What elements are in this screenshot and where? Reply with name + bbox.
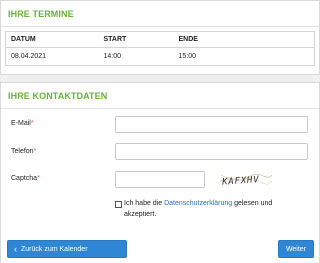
privacy-policy-link[interactable]: Datenschutzerklärung [164, 200, 232, 207]
back-button-label: Zurück zum Kalender [21, 245, 88, 253]
cell-end: 15:00 [178, 53, 197, 60]
contact-header: IHRE KONTAKTDATEN [1, 83, 319, 109]
table-header-row: DATUM START ENDE [5, 31, 315, 48]
chevron-left-icon: ‹ [14, 243, 17, 254]
email-label: E-Mail* [11, 120, 34, 127]
back-to-calendar-button[interactable]: ‹ Zurück zum Kalender [7, 240, 127, 258]
cell-start: 14:00 [103, 53, 122, 60]
phone-label: Telefon* [11, 148, 36, 155]
email-input[interactable] [115, 116, 308, 133]
contact-title: IHRE KONTAKTDATEN [8, 90, 108, 101]
consent-text: Ich habe die Datenschutzerklärung gelese… [124, 198, 294, 220]
appointments-table: DATUM START ENDE 08.04.2021 14:00 15:00 [5, 31, 315, 66]
column-header-date: DATUM [5, 31, 99, 48]
email-label-text: E-Mail [11, 120, 31, 127]
captcha-text: KAFXHV [221, 175, 260, 187]
column-header-start: START [98, 31, 174, 48]
required-marker: * [33, 148, 37, 155]
appointments-title: IHRE TERMINE [8, 8, 74, 19]
next-button-label: Weiter [285, 245, 307, 253]
next-button[interactable]: Weiter [278, 240, 314, 258]
cell-date: 08.04.2021 [11, 53, 47, 60]
required-marker: * [30, 120, 34, 127]
captcha-label-text: Captcha [11, 175, 38, 182]
phone-input[interactable] [115, 143, 308, 160]
consent-prefix: Ich habe die [124, 200, 165, 207]
captcha-label: Captcha* [11, 175, 40, 182]
phone-label-text: Telefon [11, 148, 34, 155]
column-header-end: ENDE [173, 31, 315, 48]
captcha-input[interactable] [115, 171, 205, 188]
captcha-image: KAFXHV [219, 170, 273, 187]
required-marker: * [37, 175, 40, 182]
table-row: 08.04.2021 14:00 15:00 [6, 48, 315, 66]
appointments-header: IHRE TERMINE [1, 1, 319, 27]
consent-checkbox[interactable] [115, 201, 122, 208]
